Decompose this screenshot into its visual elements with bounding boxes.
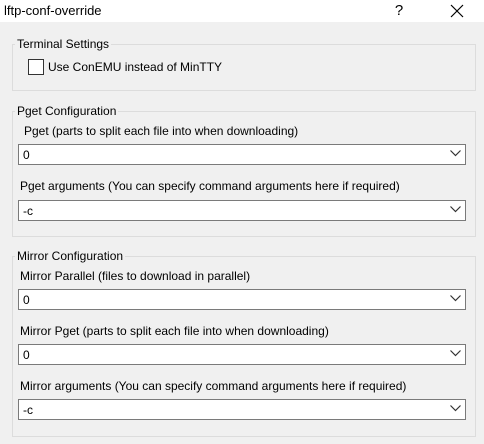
close-button[interactable] — [445, 0, 469, 22]
conemu-label: Use ConEMU instead of MinTTY — [48, 60, 223, 74]
pget-args-value: -c — [23, 204, 33, 218]
mirror-pget-select[interactable]: 0 — [18, 344, 466, 365]
pget-parts-select[interactable]: 0 — [18, 144, 466, 165]
pget-configuration-legend: Pget Configuration — [17, 104, 117, 118]
chevron-down-icon — [450, 405, 461, 412]
mirror-pget-value: 0 — [23, 348, 30, 362]
mirror-args-value: -c — [23, 403, 33, 417]
help-button[interactable]: ? — [388, 0, 410, 22]
mirror-pget-label: Mirror Pget (parts to split each file in… — [20, 324, 329, 338]
window-title: lftp-conf-override — [4, 3, 102, 18]
pget-args-select[interactable]: -c — [18, 200, 466, 221]
chevron-down-icon — [450, 206, 461, 213]
chevron-down-icon — [450, 295, 461, 302]
mirror-parallel-label: Mirror Parallel (files to download in pa… — [20, 269, 251, 283]
mirror-args-label: Mirror arguments (You can specify comman… — [20, 379, 407, 393]
conemu-checkbox[interactable] — [28, 59, 44, 75]
pget-args-label: Pget arguments (You can specify command … — [20, 179, 400, 193]
pget-parts-value: 0 — [23, 148, 30, 162]
mirror-configuration-legend: Mirror Configuration — [17, 249, 124, 263]
mirror-parallel-value: 0 — [23, 293, 30, 307]
close-icon — [450, 4, 464, 18]
chevron-down-icon — [450, 350, 461, 357]
mirror-args-select[interactable]: -c — [18, 399, 466, 420]
mirror-parallel-select[interactable]: 0 — [18, 289, 466, 310]
chevron-down-icon — [450, 150, 461, 157]
pget-parts-label: Pget (parts to split each file into when… — [24, 124, 299, 138]
terminal-settings-legend: Terminal Settings — [17, 37, 110, 51]
title-bar: lftp-conf-override ? — [0, 0, 484, 22]
